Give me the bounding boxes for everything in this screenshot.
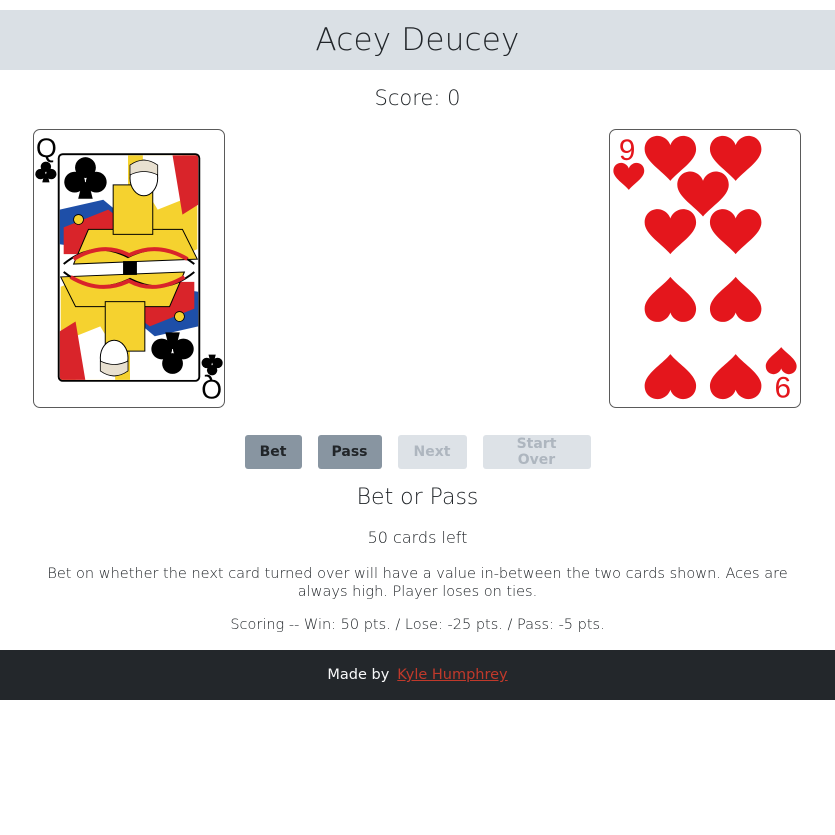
right-card-rank-bottom: 9 [775,370,792,403]
bet-button[interactable]: Bet [244,435,302,469]
pass-button[interactable]: Pass [317,435,382,469]
page-title: Acey Deucey [315,22,520,58]
nine-of-hearts-card: 9 9 [613,134,797,403]
right-card: 9 9 [609,129,801,408]
scoring-rules: Scoring -- Win: 50 pts. / Lose: -25 pts.… [230,617,605,633]
right-card-rank-top: 9 [619,134,636,167]
left-card: Q Q [33,129,225,408]
cards-left-count: 50 cards left [367,528,468,547]
score-display: Score: 0 [374,86,461,110]
app-header: Acey Deucey [0,10,835,70]
rules-description: Bet on whether the next card turned over… [47,566,788,600]
footer: Made by Kyle Humphrey [0,650,835,700]
next-button: Next [397,435,467,469]
queen-of-clubs-card: Q Q [35,133,223,404]
author-link[interactable]: Kyle Humphrey [397,667,507,683]
left-card-rank-bottom: Q [201,374,222,404]
left-card-rank-top: Q [36,133,57,163]
status-message: Bet or Pass [356,485,479,510]
made-by-label: Made by [327,667,390,683]
start-over-button: Start Over [482,435,591,469]
action-buttons: Bet Pass Next Start Over [0,435,835,469]
